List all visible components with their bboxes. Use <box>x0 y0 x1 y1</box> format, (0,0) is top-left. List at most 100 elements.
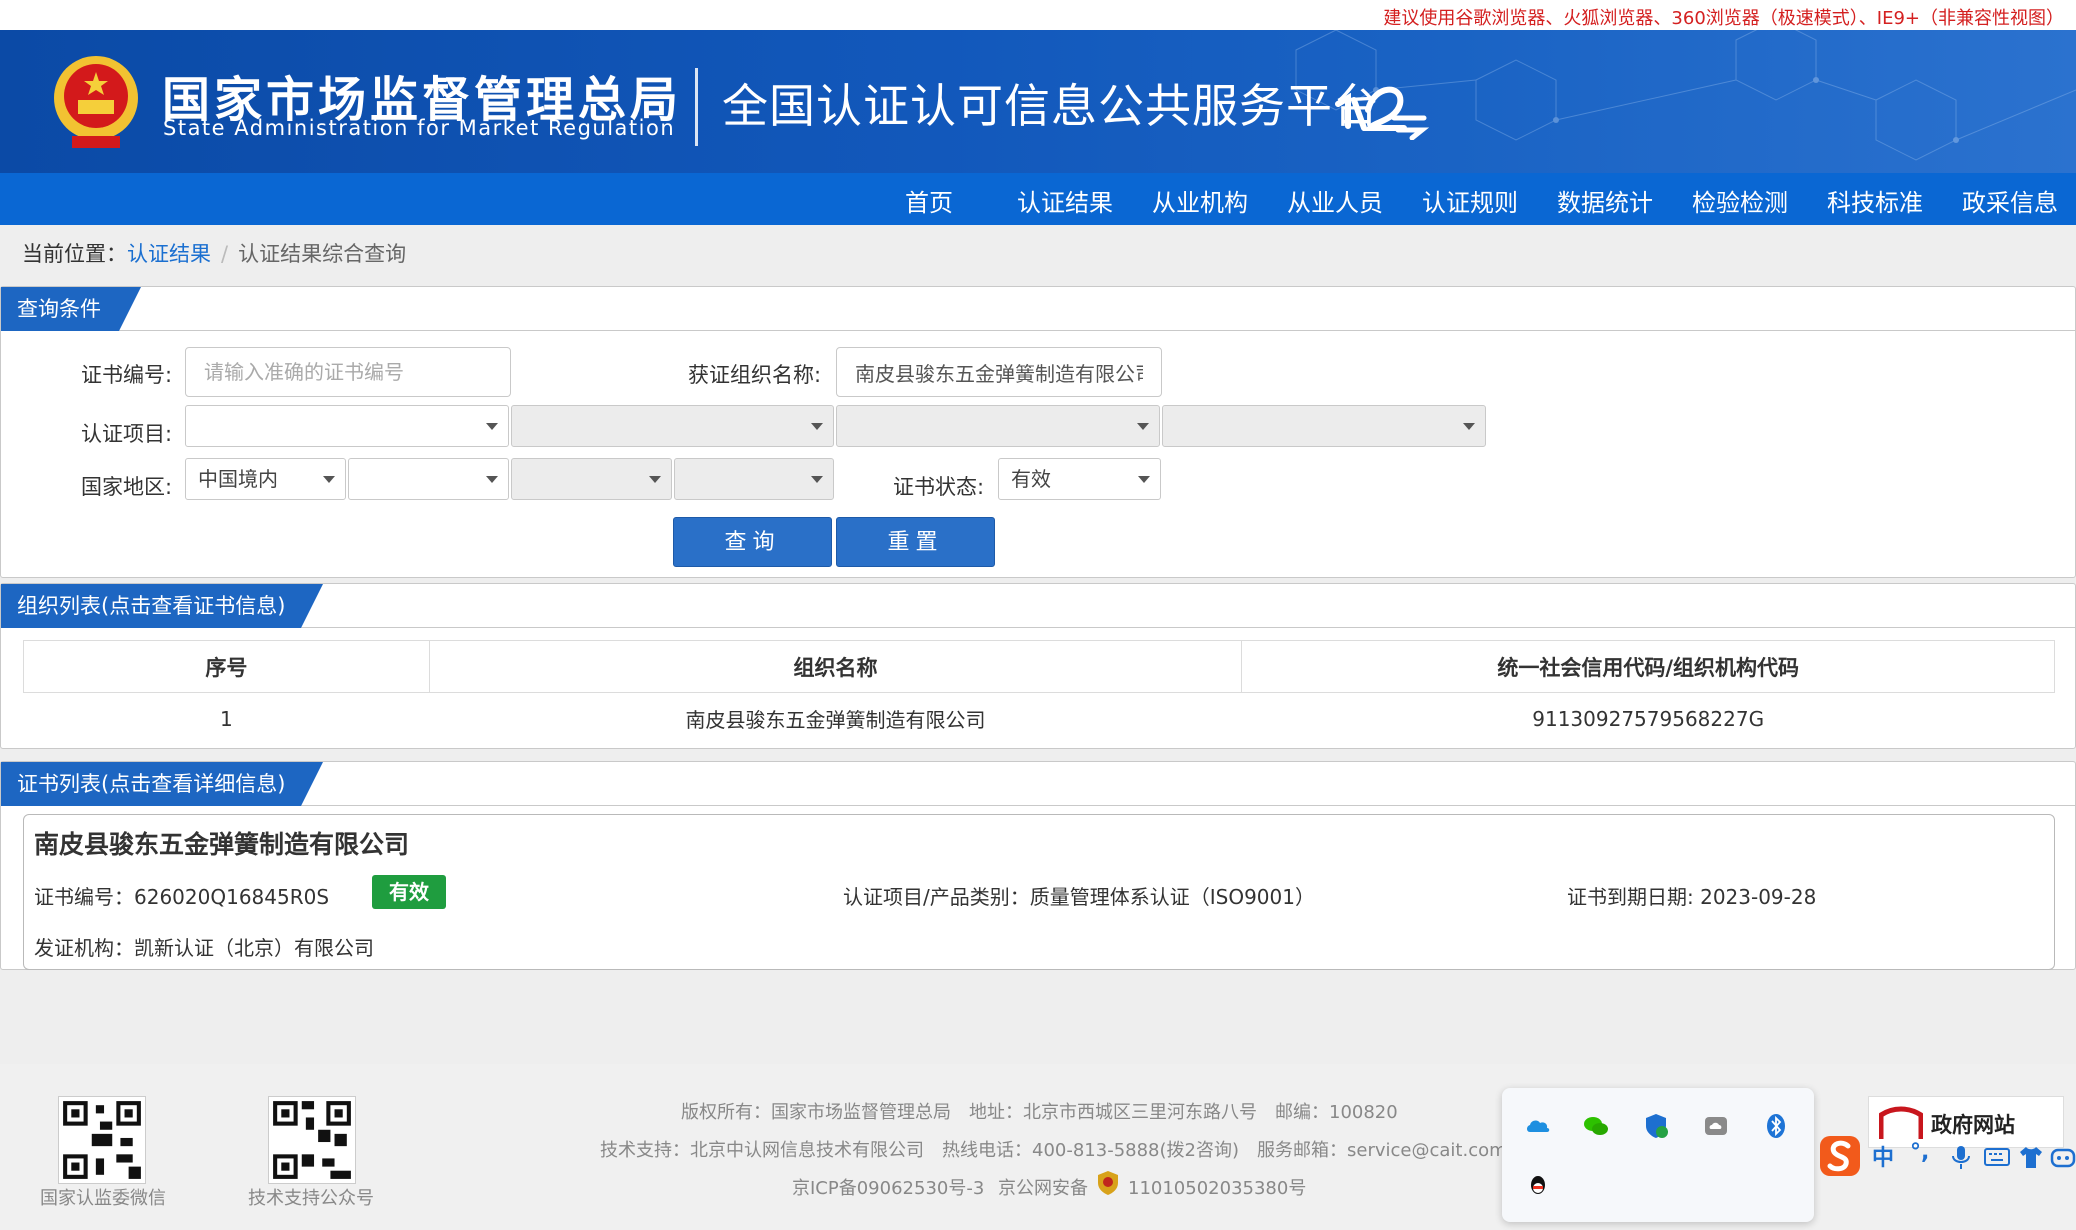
region-select-city <box>511 458 672 500</box>
status-select-value: 有效 <box>1011 467 1051 491</box>
table-row[interactable]: 1 南皮县骏东五金弹簧制造有限公司 91130927579568227G <box>24 693 2055 745</box>
column-header-index: 序号 <box>23 640 430 693</box>
cert-list-panel: 证书列表(点击查看详细信息) 南皮县骏东五金弹簧制造有限公司 证书编号：6260… <box>0 761 2076 970</box>
site-header: 国家市场监督管理总局 State Administration for Mark… <box>0 30 2076 173</box>
status-label: 证书状态: <box>893 475 985 499</box>
nav-statistics[interactable]: 数据统计 <box>1557 183 1653 218</box>
cert-no-label: 证书编号: <box>81 363 173 387</box>
table-header-row: 序号 组织名称 统一社会信用代码/组织机构代码 <box>23 640 2055 693</box>
ime-toolbar: 中 °, <box>1818 1134 2076 1178</box>
renyun-logo <box>1335 86 1430 140</box>
query-panel-title: 查询条件 <box>1 287 141 331</box>
org-name-input[interactable] <box>836 347 1162 397</box>
org-name-label: 获证组织名称: <box>688 363 822 387</box>
org-list-title: 组织列表(点击查看证书信息) <box>1 584 323 628</box>
project-select-4 <box>1162 405 1486 447</box>
sogou-logo-icon[interactable] <box>1818 1134 1862 1178</box>
nav-home[interactable]: 首页 <box>905 183 953 218</box>
ime-punctuation-mode[interactable]: °, <box>1910 1140 1929 1165</box>
org-list-panel: 组织列表(点击查看证书信息) 序号 组织名称 统一社会信用代码/组织机构代码 1… <box>0 583 2076 749</box>
nav-practitioners[interactable]: 从业人员 <box>1287 183 1383 218</box>
status-select[interactable]: 有效 <box>998 458 1161 500</box>
cert-issuer: 发证机构：凯新认证（北京）有限公司 <box>34 936 374 960</box>
org-table: 序号 组织名称 统一社会信用代码/组织机构代码 1 南皮县骏东五金弹簧制造有限公… <box>23 640 2055 745</box>
nav-inspection[interactable]: 检验检测 <box>1692 183 1788 218</box>
qr1-caption: 国家认监委微信 <box>40 1188 166 1209</box>
status-badge: 有效 <box>372 875 446 909</box>
org-list-header: 组织列表(点击查看证书信息) <box>1 584 2075 628</box>
cert-expiry: 证书到期日期: 2023-09-28 <box>1567 885 1817 909</box>
chevron-down-icon <box>323 476 335 483</box>
cert-project: 认证项目/产品类别：质量管理体系认证（ISO9001） <box>843 885 1315 909</box>
chevron-down-icon <box>811 423 823 430</box>
footer-copyright: 版权所有：国家市场监督管理总局 地址：北京市西城区三里河东路八号 邮编：1008… <box>681 1102 1398 1123</box>
platform-title: 全国认证认可信息公共服务平台 <box>722 79 1380 133</box>
region-select-province[interactable] <box>348 458 509 500</box>
qr-code-support-icon <box>268 1096 356 1184</box>
chevron-down-icon <box>649 476 661 483</box>
footer-support: 技术支持：北京中认网信息技术有限公司 热线电话：400-813-5888(拨2咨… <box>600 1140 1507 1161</box>
column-header-credit-code: 统一社会信用代码/组织机构代码 <box>1241 640 2055 693</box>
keyboard-icon[interactable] <box>1984 1146 2010 1168</box>
bluetooth-icon[interactable] <box>1762 1112 1790 1140</box>
cert-company-name: 南皮县骏东五金弹簧制造有限公司 <box>34 830 410 859</box>
cell-credit-code: 91130927579568227G <box>1532 706 1765 731</box>
reset-button[interactable]: 重置 <box>836 517 995 567</box>
cert-list-title: 证书列表(点击查看详细信息) <box>1 762 323 806</box>
nav-cert-rules[interactable]: 认证规则 <box>1422 183 1518 218</box>
footer-police-number[interactable]: 11010502035380号 <box>1128 1174 1306 1200</box>
chevron-down-icon <box>811 476 823 483</box>
cell-org-name[interactable]: 南皮县骏东五金弹簧制造有限公司 <box>429 693 1242 745</box>
header-divider <box>695 68 698 146</box>
browser-notice: 建议使用谷歌浏览器、火狐浏览器、360浏览器（极速模式）、IE9+（非兼容性视图… <box>1383 8 2064 29</box>
footer-police-label[interactable]: 京公网安备 <box>998 1174 1088 1200</box>
toolbox-icon[interactable] <box>2050 1144 2076 1170</box>
breadcrumb-link[interactable]: 认证结果 <box>127 242 211 266</box>
cert-list-header: 证书列表(点击查看详细信息) <box>1 762 2075 806</box>
qr-code-wechat-icon <box>58 1096 146 1184</box>
cell-index: 1 <box>220 706 233 731</box>
nav-standards[interactable]: 科技标准 <box>1827 183 1923 218</box>
security-shield-icon[interactable] <box>1642 1112 1670 1140</box>
system-tray-popup <box>1502 1088 1814 1222</box>
region-select-value: 中国境内 <box>198 467 278 491</box>
chevron-down-icon <box>486 476 498 483</box>
main-nav: 首页 认证结果 从业机构 从业人员 认证规则 数据统计 检验检测 科技标准 政采… <box>0 173 2076 225</box>
query-panel: 查询条件 证书编号: 获证组织名称: 认证项目: 国家地区: 中国境内 证书状态… <box>0 286 2076 578</box>
chevron-down-icon <box>1463 423 1475 430</box>
breadcrumb: 当前位置：认证结果 / 认证结果综合查询 <box>22 238 406 268</box>
query-panel-header: 查询条件 <box>1 287 2075 331</box>
project-select-3 <box>836 405 1160 447</box>
microphone-icon[interactable] <box>1950 1144 1972 1170</box>
region-label: 国家地区: <box>81 475 173 499</box>
column-header-org-name: 组织名称 <box>428 640 1243 693</box>
qr2-caption: 技术支持公众号 <box>248 1188 374 1209</box>
wechat-icon[interactable] <box>1582 1112 1610 1140</box>
region-select-district <box>674 458 834 500</box>
breadcrumb-current: 认证结果综合查询 <box>238 242 407 266</box>
agency-name-en: State Administration for Market Regulati… <box>163 116 676 140</box>
skin-shirt-icon[interactable] <box>2018 1144 2044 1170</box>
ime-chinese-mode[interactable]: 中 <box>1872 1140 1894 1172</box>
nav-institutions[interactable]: 从业机构 <box>1152 183 1248 218</box>
chevron-down-icon <box>1137 423 1149 430</box>
qq-icon[interactable] <box>1524 1172 1552 1200</box>
chevron-down-icon <box>486 423 498 430</box>
browser-notice-bar: 建议使用谷歌浏览器、火狐浏览器、360浏览器（极速模式）、IE9+（非兼容性视图… <box>0 0 2076 30</box>
nav-procurement[interactable]: 政采信息 <box>1962 183 2058 218</box>
project-select-2 <box>511 405 834 447</box>
project-select-1[interactable] <box>185 405 509 447</box>
project-label: 认证项目: <box>81 422 173 446</box>
footer-icp[interactable]: 京ICP备09062530号-3 <box>792 1174 984 1200</box>
chevron-down-icon <box>1138 476 1150 483</box>
search-button[interactable]: 查询 <box>673 517 832 567</box>
breadcrumb-separator: / <box>221 242 229 266</box>
cloud-storage-icon[interactable] <box>1702 1112 1730 1140</box>
nav-cert-results[interactable]: 认证结果 <box>1017 183 1113 218</box>
breadcrumb-prefix: 当前位置： <box>22 242 127 266</box>
cert-card[interactable]: 南皮县骏东五金弹簧制造有限公司 证书编号：626020Q16845R0S 有效 … <box>23 814 2055 970</box>
cert-no-input[interactable] <box>185 347 511 397</box>
onedrive-icon[interactable] <box>1524 1112 1552 1140</box>
region-select-country[interactable]: 中国境内 <box>185 458 346 500</box>
cert-number: 证书编号：626020Q16845R0S <box>34 885 330 909</box>
